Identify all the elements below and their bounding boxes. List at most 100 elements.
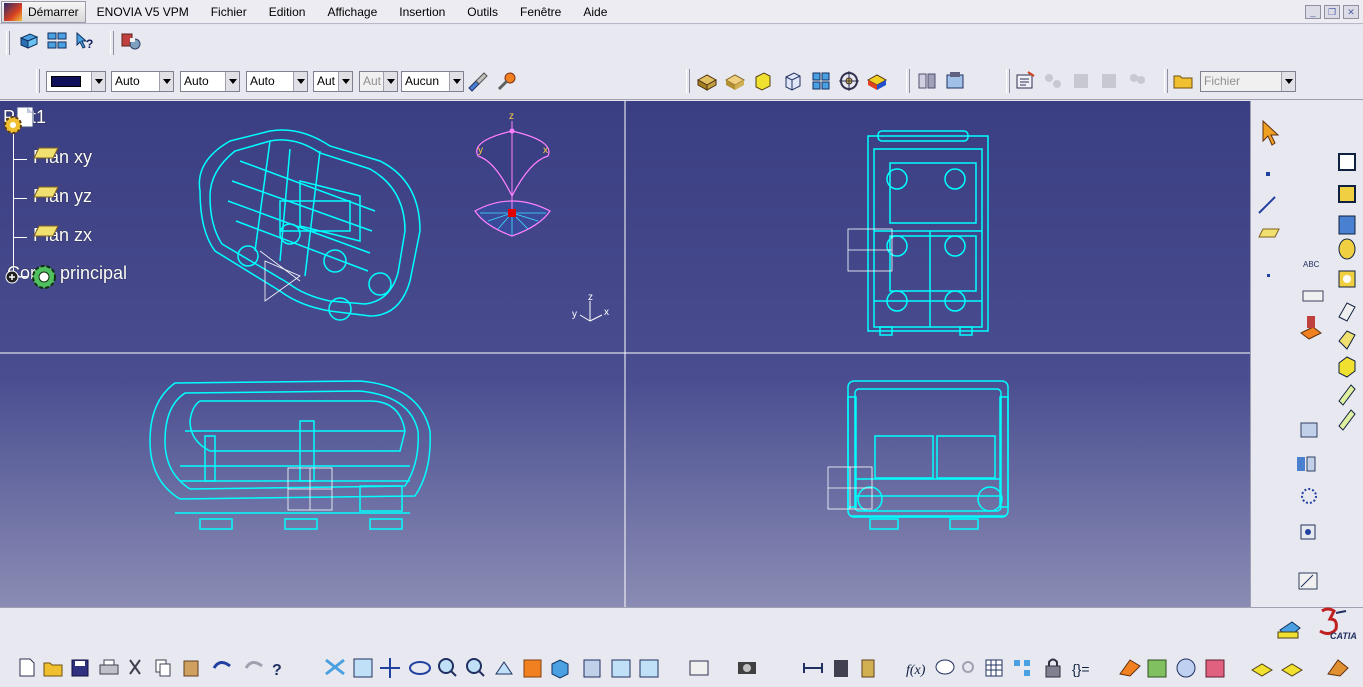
formula-icon[interactable]: f(x) (906, 663, 926, 678)
surface-icon[interactable] (1119, 659, 1141, 677)
part-wireframe-side-view[interactable] (149, 380, 431, 530)
toolbar-grip[interactable] (36, 69, 40, 93)
menu-fichier[interactable]: Fichier (200, 0, 258, 24)
slot-icon[interactable] (1338, 330, 1356, 350)
enovia-connect-icon[interactable] (120, 30, 142, 52)
toolbar-grip[interactable] (110, 31, 114, 55)
tree-item-plan-zx[interactable]: Plan zx (33, 225, 92, 246)
groove-icon[interactable] (1338, 238, 1356, 260)
redo-icon[interactable] (244, 661, 263, 669)
layer-select[interactable]: Aucun (401, 71, 464, 92)
swap-space-icon[interactable] (611, 659, 631, 678)
select-arrow-icon[interactable] (1262, 119, 1280, 146)
whats-this-icon[interactable]: ? (74, 30, 96, 52)
viewport-3d[interactable]: z x y z x y Plan xy Plan yz Plan zx Corp… (0, 101, 1250, 607)
properties-icon[interactable] (1014, 70, 1036, 92)
expand-body-icon[interactable] (4, 263, 64, 291)
capture-icon[interactable] (689, 660, 709, 676)
pattern-icon[interactable] (1301, 488, 1317, 504)
tree-item-part1[interactable]: Part1 (3, 107, 46, 134)
body-icon[interactable] (1300, 316, 1322, 340)
target-icon[interactable] (838, 70, 860, 92)
whats-this-icon[interactable]: ? (272, 662, 282, 679)
toolbar-grip[interactable] (6, 31, 10, 55)
point-small-icon[interactable] (1267, 274, 1270, 277)
print-icon[interactable] (99, 659, 119, 675)
display-icon[interactable] (639, 659, 659, 678)
cut-icon[interactable] (129, 659, 141, 675)
constraint-icon[interactable] (1300, 422, 1318, 438)
power-copy-icon[interactable] (1277, 621, 1301, 639)
rotate-icon[interactable] (409, 661, 431, 675)
zoom-out-icon[interactable] (466, 658, 485, 677)
undo-icon[interactable] (212, 661, 231, 669)
shading-icon[interactable] (724, 70, 746, 92)
new-document-icon[interactable] (19, 658, 35, 677)
line-icon[interactable] (1258, 196, 1276, 214)
menu-affichage[interactable]: Affichage (316, 0, 388, 24)
pan-icon[interactable] (380, 658, 400, 678)
menu-insertion[interactable]: Insertion (388, 0, 456, 24)
line-type-select[interactable]: Auto (246, 71, 308, 92)
view-cube-icon[interactable] (551, 659, 569, 679)
fit-all-icon[interactable] (353, 658, 373, 678)
open-folder-icon[interactable] (43, 662, 63, 677)
tools-palette-icon[interactable] (1327, 659, 1349, 677)
globe-icon[interactable] (1176, 658, 1196, 678)
solid-combine-icon[interactable] (1338, 356, 1356, 378)
tree-item-corps-principal[interactable]: Corps principal (4, 263, 127, 289)
part-wireframe-top-view[interactable] (847, 130, 989, 336)
point-symbol-select[interactable]: Aut (313, 71, 353, 92)
camera-icon[interactable] (738, 662, 756, 674)
hide-show-icon[interactable] (916, 70, 938, 92)
annotation-abc-label[interactable]: ABC (1303, 260, 1320, 269)
material-library-icon[interactable] (1205, 659, 1225, 678)
part-wireframe-front-view[interactable] (827, 380, 1009, 530)
measure-inertia-icon[interactable] (861, 659, 875, 678)
product-structure-icon[interactable] (18, 30, 40, 52)
menu-enovia[interactable]: ENOVIA V5 VPM (86, 0, 200, 24)
multi-section-icon[interactable] (1338, 384, 1356, 406)
close-icon[interactable]: ✕ (1343, 4, 1359, 19)
save-icon[interactable] (71, 659, 89, 677)
plane-tool-icon[interactable] (1258, 228, 1280, 238)
wireframe-icon[interactable] (782, 70, 804, 92)
map-icon[interactable] (1147, 659, 1167, 678)
swap-visible-space-icon[interactable] (944, 70, 966, 92)
stack-icon[interactable] (1251, 663, 1273, 677)
graphic-properties-wizard-icon[interactable] (496, 70, 518, 92)
shading-edges-icon[interactable] (696, 70, 718, 92)
color-select[interactable] (46, 71, 106, 92)
folder-open-icon[interactable] (1172, 70, 1194, 92)
mirror-icon[interactable] (1297, 456, 1316, 472)
rib-icon[interactable] (1338, 302, 1356, 322)
quick-view-icon[interactable] (523, 659, 542, 678)
start-menu-button[interactable]: Démarrer (1, 0, 86, 23)
pad-icon[interactable] (1338, 153, 1356, 171)
measure-item-icon[interactable] (834, 660, 848, 677)
view-mode-icon[interactable] (752, 70, 774, 92)
comment-icon[interactable] (935, 659, 955, 675)
menu-fenetre[interactable]: Fenêtre (509, 0, 572, 24)
file-combo[interactable]: Fichier (1200, 71, 1296, 92)
part-wireframe-iso[interactable] (198, 129, 421, 321)
table-icon[interactable] (985, 659, 1003, 677)
painter-icon[interactable] (466, 70, 488, 92)
render-style-select[interactable]: Aut (359, 71, 398, 92)
tree-item-plan-xy[interactable]: Plan xy (33, 147, 92, 168)
hide-show-icon[interactable] (583, 659, 601, 678)
menu-aide[interactable]: Aide (572, 0, 618, 24)
layers-icon[interactable] (1281, 663, 1303, 677)
normal-view-icon[interactable] (495, 661, 513, 675)
menu-edition[interactable]: Edition (258, 0, 317, 24)
line-weight-select[interactable]: Auto (180, 71, 240, 92)
restore-icon[interactable]: ❐ (1324, 4, 1340, 19)
transparency-select[interactable]: Auto (111, 71, 174, 92)
measure-between-icon[interactable] (803, 663, 823, 673)
pocket-icon[interactable] (1338, 185, 1356, 203)
point-icon[interactable] (1266, 172, 1270, 176)
compass-widget[interactable]: z x y (474, 111, 551, 237)
paste-icon[interactable] (183, 660, 199, 677)
catalog-icon[interactable] (46, 30, 68, 52)
toolbar-grip[interactable] (686, 69, 690, 93)
